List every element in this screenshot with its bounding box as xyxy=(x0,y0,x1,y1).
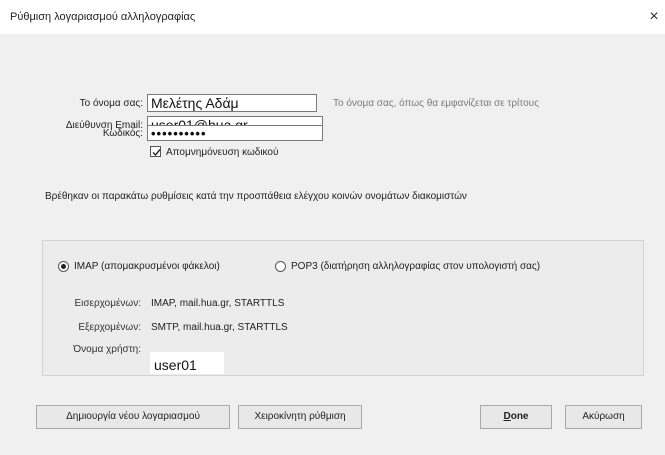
outgoing-value: SMTP, mail.hua.gr, STARTTLS xyxy=(151,322,288,333)
radio-selected-dot xyxy=(61,264,66,269)
account-setup-dialog: Ρύθμιση λογαριασμού αλληλογραφίας × Το ό… xyxy=(0,0,665,455)
done-button[interactable]: Done xyxy=(480,405,552,429)
done-label-rest: one xyxy=(510,411,529,422)
title-bar: Ρύθμιση λογαριασμού αλληλογραφίας × xyxy=(0,0,665,34)
name-input[interactable]: Μελέτης Αδάμ xyxy=(147,94,317,112)
outgoing-label: Εξερχομένων: xyxy=(78,322,141,333)
password-input[interactable]: •••••••••• xyxy=(147,125,323,141)
imap-radio[interactable] xyxy=(58,261,69,272)
checkmark-icon xyxy=(152,149,161,157)
username-label: Όνομα χρήστη: xyxy=(73,344,141,355)
cancel-button[interactable]: Ακύρωση xyxy=(565,405,642,429)
close-icon[interactable]: × xyxy=(645,8,663,26)
remember-password-label: Απομνημόνευση κωδικού xyxy=(166,147,279,158)
remember-password-checkbox[interactable] xyxy=(150,146,161,157)
imap-label: IMAP (απομακρυσμένοι φάκελοι) xyxy=(74,261,220,272)
pop3-radio[interactable] xyxy=(275,261,286,272)
manual-config-button[interactable]: Χειροκίνητη ρύθμιση xyxy=(238,405,362,429)
username-value: user01 xyxy=(150,352,224,374)
new-account-button[interactable]: Δημιουργία νέου λογαριασμού xyxy=(36,405,230,429)
window-title: Ρύθμιση λογαριασμού αλληλογραφίας xyxy=(10,11,196,23)
pop3-label: POP3 (διατήρηση αλληλογραφίας στον υπολο… xyxy=(291,261,541,272)
incoming-value: IMAP, mail.hua.gr, STARTTLS xyxy=(151,298,285,309)
detected-settings-panel: IMAP (απομακρυσμένοι φάκελοι) POP3 (διατ… xyxy=(42,240,644,376)
found-settings-message: Βρέθηκαν οι παρακάτω ρυθμίσεις κατά την … xyxy=(45,191,467,202)
password-label: Κωδικός: xyxy=(102,128,143,139)
name-label: Το όνομα σας: xyxy=(79,98,143,109)
name-hint: Το όνομα σας, όπως θα εμφανίζεται σε τρί… xyxy=(333,98,539,109)
incoming-label: Εισερχομένων: xyxy=(74,298,141,309)
done-mnemonic: D xyxy=(503,411,511,422)
